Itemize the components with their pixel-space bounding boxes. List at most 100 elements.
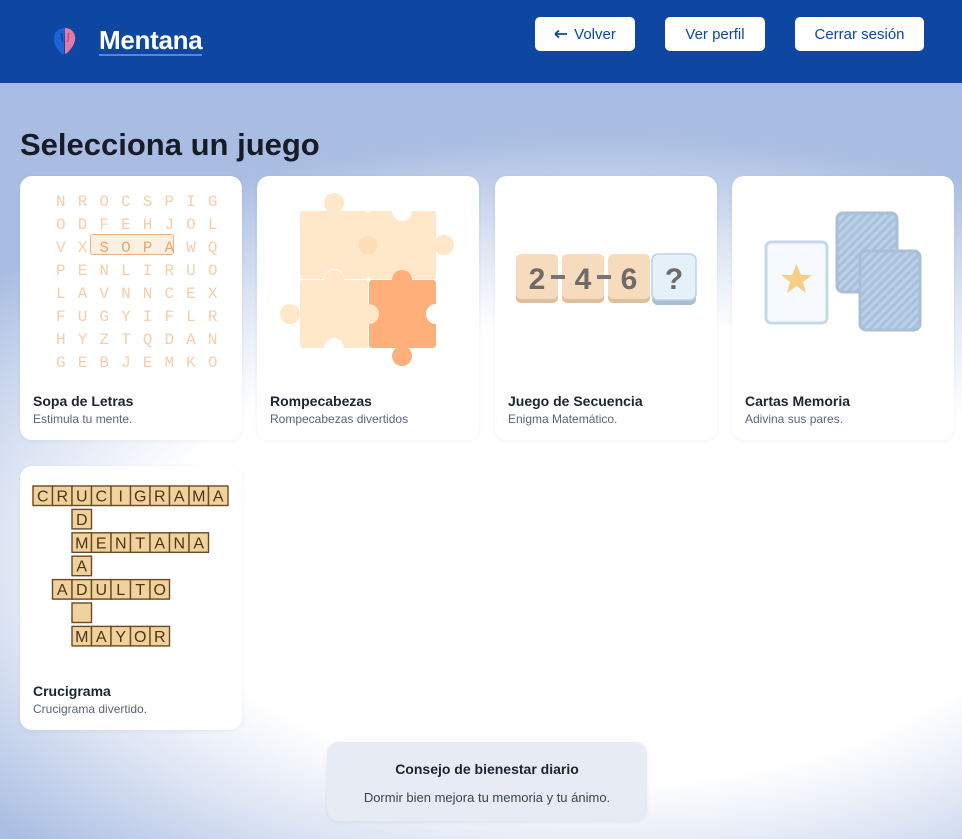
brand-name[interactable]: Mentana xyxy=(99,26,203,56)
game-card-crossword[interactable]: CRUCIGRAMADMENTANAAADULTOMAYOR Crucigram… xyxy=(20,466,242,730)
letter-grid-row: ODFEHJOL xyxy=(50,214,224,237)
grid-letter: Y xyxy=(77,331,88,349)
back-button[interactable]: Volver xyxy=(535,17,635,51)
svg-text:U: U xyxy=(76,489,88,506)
svg-text:A: A xyxy=(76,559,87,576)
grid-letter: Z xyxy=(99,331,110,349)
wordsearch-illustration: NROCSPIGODFEHJOLVXSOPAWQPENLIRUOLAVNNCEX… xyxy=(20,176,242,376)
grid-letter: I xyxy=(186,193,196,211)
svg-text:R: R xyxy=(56,489,68,506)
puzzle-pieces-illustration xyxy=(280,193,454,366)
grid-letter: H xyxy=(56,331,66,349)
svg-text:O: O xyxy=(154,582,166,599)
grid-letter: G xyxy=(207,193,218,211)
crossword-tile: N xyxy=(110,532,132,554)
grid-letter: V xyxy=(99,285,110,303)
grid-letter: P xyxy=(56,262,66,280)
crossword-tile: R xyxy=(149,625,171,647)
game-card-subtitle: Adivina sus pares. xyxy=(745,412,844,426)
grid-letter: X xyxy=(77,239,88,257)
crossword-tile: M xyxy=(188,485,210,507)
game-card-title: Sopa de Letras xyxy=(33,393,134,409)
grid-letter: B xyxy=(99,354,110,372)
grid-letter: L xyxy=(56,285,66,303)
crossword-tile: Y xyxy=(110,625,132,647)
svg-text:A: A xyxy=(154,535,165,552)
crossword-tile: L xyxy=(110,578,132,600)
grid-letter: J xyxy=(164,216,175,234)
svg-text:M: M xyxy=(75,629,88,646)
grid-letter: E xyxy=(142,354,153,372)
game-card-wordsearch[interactable]: NROCSPIGODFEHJOLVXSOPAWQPENLIRUOLAVNNCEX… xyxy=(20,176,242,440)
grid-letter: H xyxy=(142,216,153,234)
svg-text:C: C xyxy=(95,489,107,506)
grid-letter: M xyxy=(164,354,175,372)
crossword-tile: G xyxy=(129,485,151,507)
grid-letter: O xyxy=(207,354,218,372)
letter-grid-row: HYZTQDAN xyxy=(50,329,224,352)
game-card-subtitle: Rompecabezas divertidos xyxy=(270,412,409,426)
game-card-memory[interactable]: Cartas Memoria Adivina sus pares. xyxy=(732,176,954,440)
back-button-label: Volver xyxy=(574,25,616,43)
crossword-tile xyxy=(71,602,93,624)
game-card-puzzle[interactable]: Rompecabezas Rompecabezas divertidos xyxy=(257,176,479,440)
page-title: Selecciona un juego xyxy=(20,127,320,162)
top-bar: Mentana Volver Ver perfil Cerrar sesión xyxy=(0,0,962,83)
logout-button[interactable]: Cerrar sesión xyxy=(795,17,924,51)
crossword-tile: A xyxy=(168,485,190,507)
svg-text:R: R xyxy=(154,629,166,646)
crossword-tile: T xyxy=(129,532,151,554)
grid-letter: O xyxy=(121,239,131,257)
grid-letter: O xyxy=(186,216,196,234)
crossword-tile: R xyxy=(51,485,73,507)
crossword-tile: A xyxy=(188,532,210,554)
wellness-tip-title: Consejo de bienestar diario xyxy=(395,761,579,777)
svg-text:D: D xyxy=(76,582,88,599)
game-card-sequence[interactable]: 2 4 6 ? Juego de Secuencia Enigma Matemá… xyxy=(495,176,717,440)
crossword-tile: U xyxy=(90,578,112,600)
grid-letter: N xyxy=(142,285,153,303)
view-profile-button[interactable]: Ver perfil xyxy=(665,17,765,51)
crossword-tile: O xyxy=(129,625,151,647)
grid-letter: J xyxy=(121,354,131,372)
grid-letter: O xyxy=(207,262,218,280)
svg-text:T: T xyxy=(135,535,145,552)
svg-text:N: N xyxy=(173,535,185,552)
crossword-tile: C xyxy=(32,485,54,507)
grid-letter: K xyxy=(186,354,196,372)
svg-text:O: O xyxy=(134,629,146,646)
grid-letter: R xyxy=(164,262,175,280)
grid-letter: D xyxy=(164,331,175,349)
grid-letter: G xyxy=(56,354,66,372)
sequence-number: 6 xyxy=(621,263,638,296)
grid-letter: N xyxy=(99,262,110,280)
crossword-tile: O xyxy=(149,578,171,600)
grid-letter: E xyxy=(77,354,88,372)
grid-letter: C xyxy=(121,193,131,211)
letter-grid-row: VXSOPAWQ xyxy=(50,237,224,260)
crossword-tile: M xyxy=(71,625,93,647)
svg-text:A: A xyxy=(174,489,185,506)
svg-text:C: C xyxy=(37,489,49,506)
game-card-title: Crucigrama xyxy=(33,683,111,699)
logout-label: Cerrar sesión xyxy=(814,25,905,43)
crossword-tile: E xyxy=(90,532,112,554)
svg-text:U: U xyxy=(95,582,107,599)
grid-letter: S xyxy=(142,193,153,211)
grid-letter: A xyxy=(164,239,175,257)
grid-letter: T xyxy=(121,331,131,349)
game-card-subtitle: Enigma Matemático. xyxy=(508,412,618,426)
grid-letter: N xyxy=(207,331,218,349)
sequence-number: 4 xyxy=(575,263,592,296)
grid-letter: C xyxy=(164,285,175,303)
view-profile-label: Ver perfil xyxy=(685,25,745,43)
svg-text:A: A xyxy=(213,489,224,506)
svg-text:Y: Y xyxy=(115,629,126,646)
grid-letter: N xyxy=(121,285,131,303)
grid-letter: S xyxy=(99,239,110,257)
brain-logo-icon xyxy=(53,28,76,54)
game-card-title: Rompecabezas xyxy=(270,393,372,409)
letter-grid-row: LAVNNCEX xyxy=(50,283,224,306)
crossword-tile: A xyxy=(90,625,112,647)
game-card-subtitle: Crucigrama divertido. xyxy=(33,702,148,716)
